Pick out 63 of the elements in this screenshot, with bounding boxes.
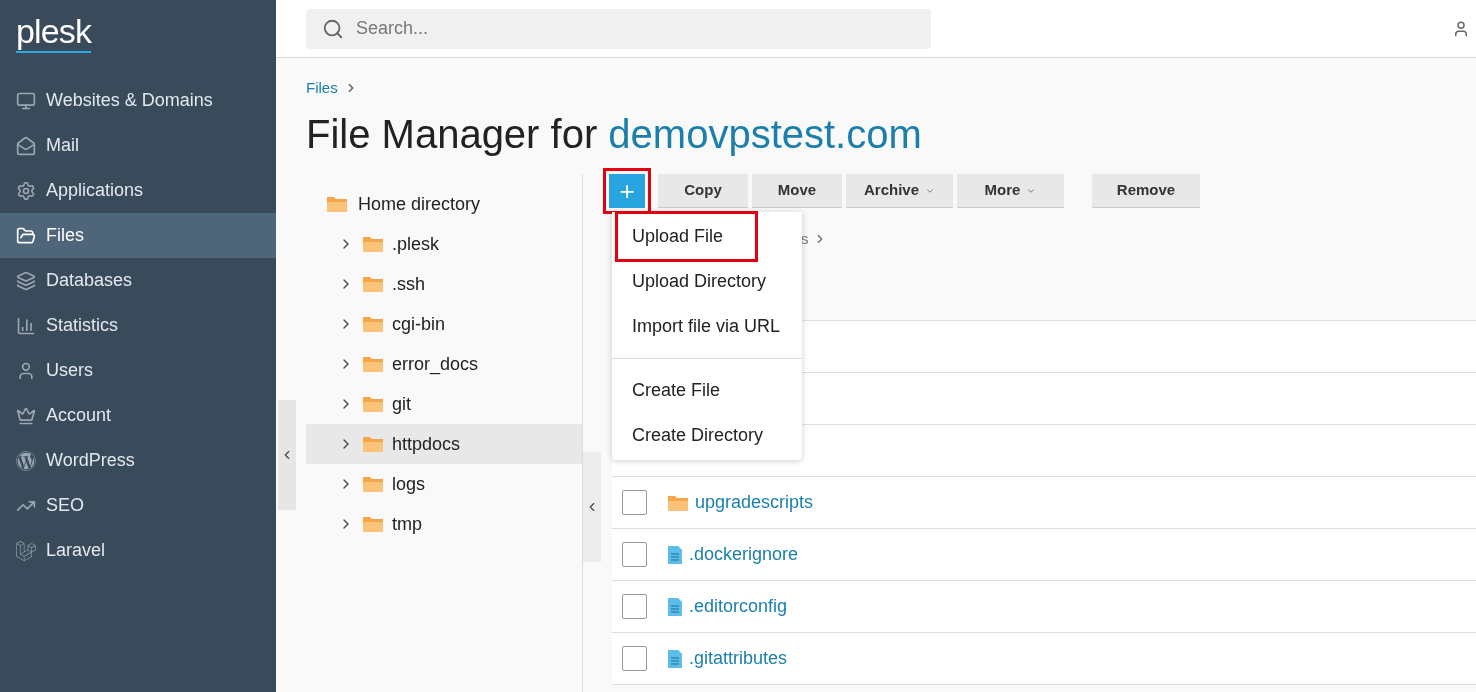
breadcrumb-link[interactable]: s (801, 227, 809, 251)
file-link[interactable]: upgradescripts (695, 489, 814, 516)
menu-item[interactable]: Create Directory (612, 413, 802, 458)
gear-icon (16, 180, 36, 201)
file-link[interactable]: .editorconfig (689, 593, 788, 620)
search-field[interactable]: Search... (306, 8, 931, 49)
folder-icon (362, 435, 384, 453)
sidebar-item[interactable]: Files (0, 213, 276, 258)
checkbox[interactable] (622, 646, 647, 671)
folder-icon (326, 195, 348, 213)
toolbar-button[interactable]: Copy (658, 174, 748, 208)
breadcrumb-link[interactable]: Files (306, 76, 338, 100)
folder-icon (667, 493, 689, 512)
document-icon (667, 648, 683, 669)
toolbar-button[interactable]: Archive (846, 174, 953, 208)
user-icon (16, 360, 36, 381)
menu-item[interactable]: Create File (612, 368, 802, 413)
document-icon (667, 596, 683, 617)
sidebar-item[interactable]: Users (0, 348, 276, 393)
envelope-icon (16, 135, 36, 156)
folder-icon (362, 515, 384, 533)
folder-icon (362, 355, 384, 373)
sidebar-item[interactable]: WordPress (0, 438, 276, 483)
wordpress-icon (16, 450, 36, 471)
monitor-icon (16, 90, 36, 111)
sidebar-item[interactable]: SEO (0, 483, 276, 528)
collapse-handle[interactable] (583, 452, 601, 562)
search-icon (322, 17, 344, 40)
sidebar-item[interactable]: Account (0, 393, 276, 438)
laravel-icon (16, 540, 36, 561)
sidebar-item[interactable]: Mail (0, 123, 276, 168)
crown-icon (16, 405, 36, 426)
tree-item[interactable]: Home directory (306, 184, 582, 224)
sidebar-item[interactable]: Applications (0, 168, 276, 213)
checkbox[interactable] (622, 594, 647, 619)
menu-item[interactable]: Import file via URL (612, 304, 802, 349)
folder-icon (362, 395, 384, 413)
file-link[interactable]: .gitattributes (689, 645, 788, 672)
sidebar-item[interactable]: Databases (0, 258, 276, 303)
sidebar-item[interactable]: Laravel (0, 528, 276, 573)
plesk-logo[interactable]: plesk (16, 12, 92, 50)
layers-icon (16, 270, 36, 291)
folder-icon (362, 275, 384, 293)
folder-icon (362, 475, 384, 493)
folder-icon (362, 235, 384, 253)
document-icon (667, 544, 683, 565)
menu-item[interactable]: Upload File (618, 214, 755, 259)
toolbar-button[interactable]: Move (752, 174, 842, 208)
toolbar-button[interactable]: Remove (1092, 174, 1200, 208)
sidebar-item[interactable]: Websites & Domains (0, 78, 276, 123)
toolbar-button[interactable]: More (957, 174, 1064, 208)
tree-item[interactable]: httpdocs (306, 424, 582, 464)
bar-chart-icon (16, 315, 36, 336)
folder-icon (16, 225, 36, 246)
checkbox[interactable] (622, 542, 647, 567)
user-icon[interactable] (1452, 19, 1470, 38)
file-link[interactable]: .dockerignore (689, 541, 799, 568)
collapse-handle[interactable] (278, 400, 296, 510)
checkbox[interactable] (622, 490, 647, 515)
menu-item[interactable]: Upload Directory (612, 259, 802, 304)
page-title: File Manager for demovpstest.com (306, 114, 923, 154)
folder-icon (362, 315, 384, 333)
sidebar-item[interactable]: Statistics (0, 303, 276, 348)
